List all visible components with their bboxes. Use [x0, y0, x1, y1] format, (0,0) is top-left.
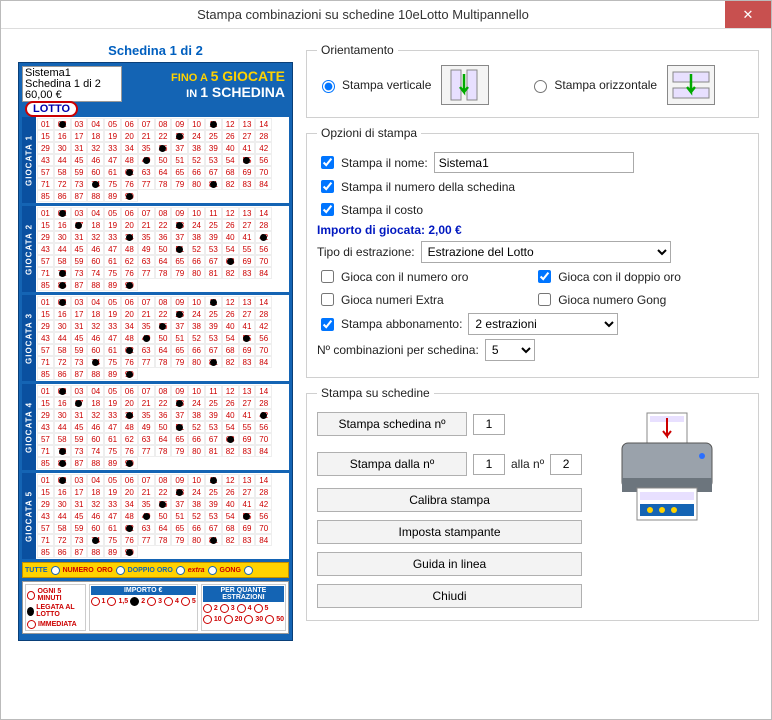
horizontal-thumb-icon	[667, 65, 715, 105]
nome-input[interactable]	[434, 152, 634, 173]
printer-icon	[602, 408, 732, 528]
stampa-nome-check[interactable]: Stampa il nome:	[317, 153, 428, 172]
guida-button[interactable]: Guida in linea	[317, 552, 582, 576]
numero-gong-check[interactable]: Gioca numero Gong	[534, 290, 745, 309]
ticket-preview: Sistema1 Schedina 1 di 2 60,00 € FINO A …	[18, 62, 293, 641]
stampa-schedine-group: Stampa su schedine Stampa schedina nº St…	[306, 386, 759, 621]
doppio-oro-check[interactable]: Gioca con il doppio oro	[534, 267, 745, 286]
close-button[interactable]: ✕	[725, 1, 771, 28]
orient-horizontal[interactable]: Stampa orizzontale	[529, 77, 657, 93]
stampa-schedina-n-button[interactable]: Stampa schedina nº	[317, 412, 467, 436]
calibra-button[interactable]: Calibra stampa	[317, 488, 582, 512]
imposta-stampante-button[interactable]: Imposta stampante	[317, 520, 582, 544]
chiudi-button[interactable]: Chiudi	[317, 584, 582, 608]
importo-label: Importo di giocata: 2,00 €	[317, 223, 462, 237]
stampa-numero-check[interactable]: Stampa il numero della schedina	[317, 177, 515, 196]
numero-oro-check[interactable]: Gioca con il numero oro	[317, 267, 528, 286]
combinazioni-label: Nº combinazioni per schedina:	[317, 343, 479, 357]
window-title: Stampa combinazioni su schedine 10eLotto…	[1, 7, 725, 22]
alla-input[interactable]	[550, 454, 582, 475]
tipo-estr-label: Tipo di estrazione:	[317, 245, 415, 259]
orientation-group: Orientamento Stampa verticale Stampa ori…	[306, 43, 759, 118]
abbonamento-check[interactable]: Stampa abbonamento:	[317, 315, 462, 334]
abbonamento-select[interactable]: 2 estrazioni	[468, 313, 618, 335]
combinazioni-select[interactable]: 5	[485, 339, 535, 361]
lotto-logo: LOTTO	[25, 101, 78, 117]
stampa-costo-check[interactable]: Stampa il costo	[317, 200, 423, 219]
ticket-footer: OGNI 5 MINUTI LEGATA AL LOTTO IMMEDIATA …	[22, 581, 289, 634]
orient-vertical[interactable]: Stampa verticale	[317, 77, 431, 93]
options-strip: TUTTE NUMEROORO DOPPIO ORO extra GONG	[22, 562, 289, 578]
tipo-estr-select[interactable]: Estrazione del Lotto	[421, 241, 671, 263]
print-options-group: Opzioni di stampa Stampa il nome: Stampa…	[306, 126, 759, 378]
numeri-extra-check[interactable]: Gioca numeri Extra	[317, 290, 528, 309]
ticket-caption: Schedina 1 di 2	[108, 43, 203, 58]
vertical-thumb-icon	[441, 65, 489, 105]
alla-label: alla nº	[511, 457, 544, 471]
schedina-n-input[interactable]	[473, 414, 505, 435]
stampa-dalla-button[interactable]: Stampa dalla nº	[317, 452, 467, 476]
ticket-info: Sistema1 Schedina 1 di 2 60,00 €	[22, 66, 122, 102]
dalla-input[interactable]	[473, 454, 505, 475]
